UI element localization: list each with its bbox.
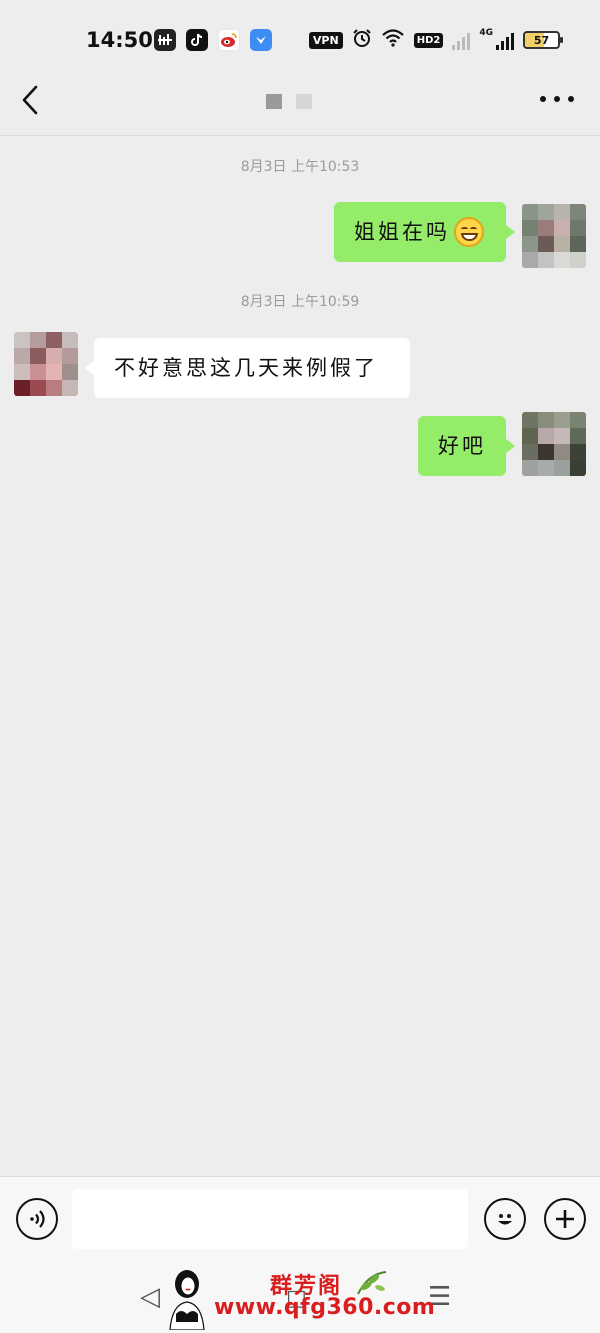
watermark-site-url: www.qfg360.com	[214, 1295, 436, 1320]
plus-icon	[556, 1210, 574, 1228]
add-attachment-button[interactable]	[544, 1198, 586, 1240]
system-status-icons: VPN HD2 4G 57	[308, 28, 563, 52]
signal-icon-sim1	[452, 30, 471, 50]
grinning-face-emoji-icon	[454, 217, 484, 247]
signal-icon-sim2	[496, 30, 514, 50]
watermark-leaf-icon	[357, 1271, 387, 1295]
message-text: 好吧	[438, 433, 486, 458]
voice-icon	[30, 1210, 45, 1228]
message-text: 不好意思这几天来例假了	[114, 355, 378, 380]
battery-icon: 57	[523, 31, 563, 49]
vpn-badge: VPN	[308, 31, 343, 49]
more-dot	[554, 96, 560, 102]
notification-app-icons	[154, 29, 272, 51]
system-back-icon[interactable]: ◁	[140, 1282, 160, 1312]
outgoing-message-bubble[interactable]: 姐姐在吗	[334, 202, 515, 262]
watermark-woman-illustration	[169, 1270, 205, 1330]
hd-voice-badge: HD2	[413, 32, 444, 48]
battery-level: 57	[533, 33, 550, 47]
status-time: 14:50	[86, 28, 153, 52]
message-timestamp: 8月3日 上午10:53	[240, 159, 360, 175]
contact-name-pixelated	[266, 94, 312, 109]
back-button[interactable]	[18, 84, 42, 116]
message-text-input[interactable]	[72, 1189, 468, 1249]
chevron-left-icon	[22, 85, 38, 115]
alarm-icon	[352, 28, 372, 52]
network-type-label: 4G	[479, 28, 493, 38]
emoji-icon	[498, 1214, 512, 1225]
my-avatar[interactable]	[522, 412, 586, 476]
message-text: 姐姐在吗	[354, 219, 450, 244]
more-dot	[568, 96, 574, 102]
more-dot	[540, 96, 546, 102]
emoji-button[interactable]	[484, 1198, 526, 1240]
tiktok-icon	[186, 29, 208, 51]
my-avatar[interactable]	[522, 204, 586, 268]
more-button[interactable]	[540, 92, 574, 106]
contact-avatar[interactable]	[14, 332, 78, 396]
outgoing-message-bubble[interactable]: 好吧	[418, 416, 515, 476]
chat-header	[0, 64, 600, 136]
incoming-message-bubble[interactable]: 不好意思这几天来例假了	[85, 338, 410, 398]
message-timestamp: 8月3日 上午10:59	[240, 294, 360, 310]
message-input-bar	[0, 1176, 600, 1260]
weibo-icon	[218, 29, 240, 51]
voice-input-button[interactable]	[16, 1198, 58, 1240]
music-app-icon	[154, 29, 176, 51]
feishu-icon	[250, 29, 272, 51]
wifi-icon	[381, 28, 405, 52]
